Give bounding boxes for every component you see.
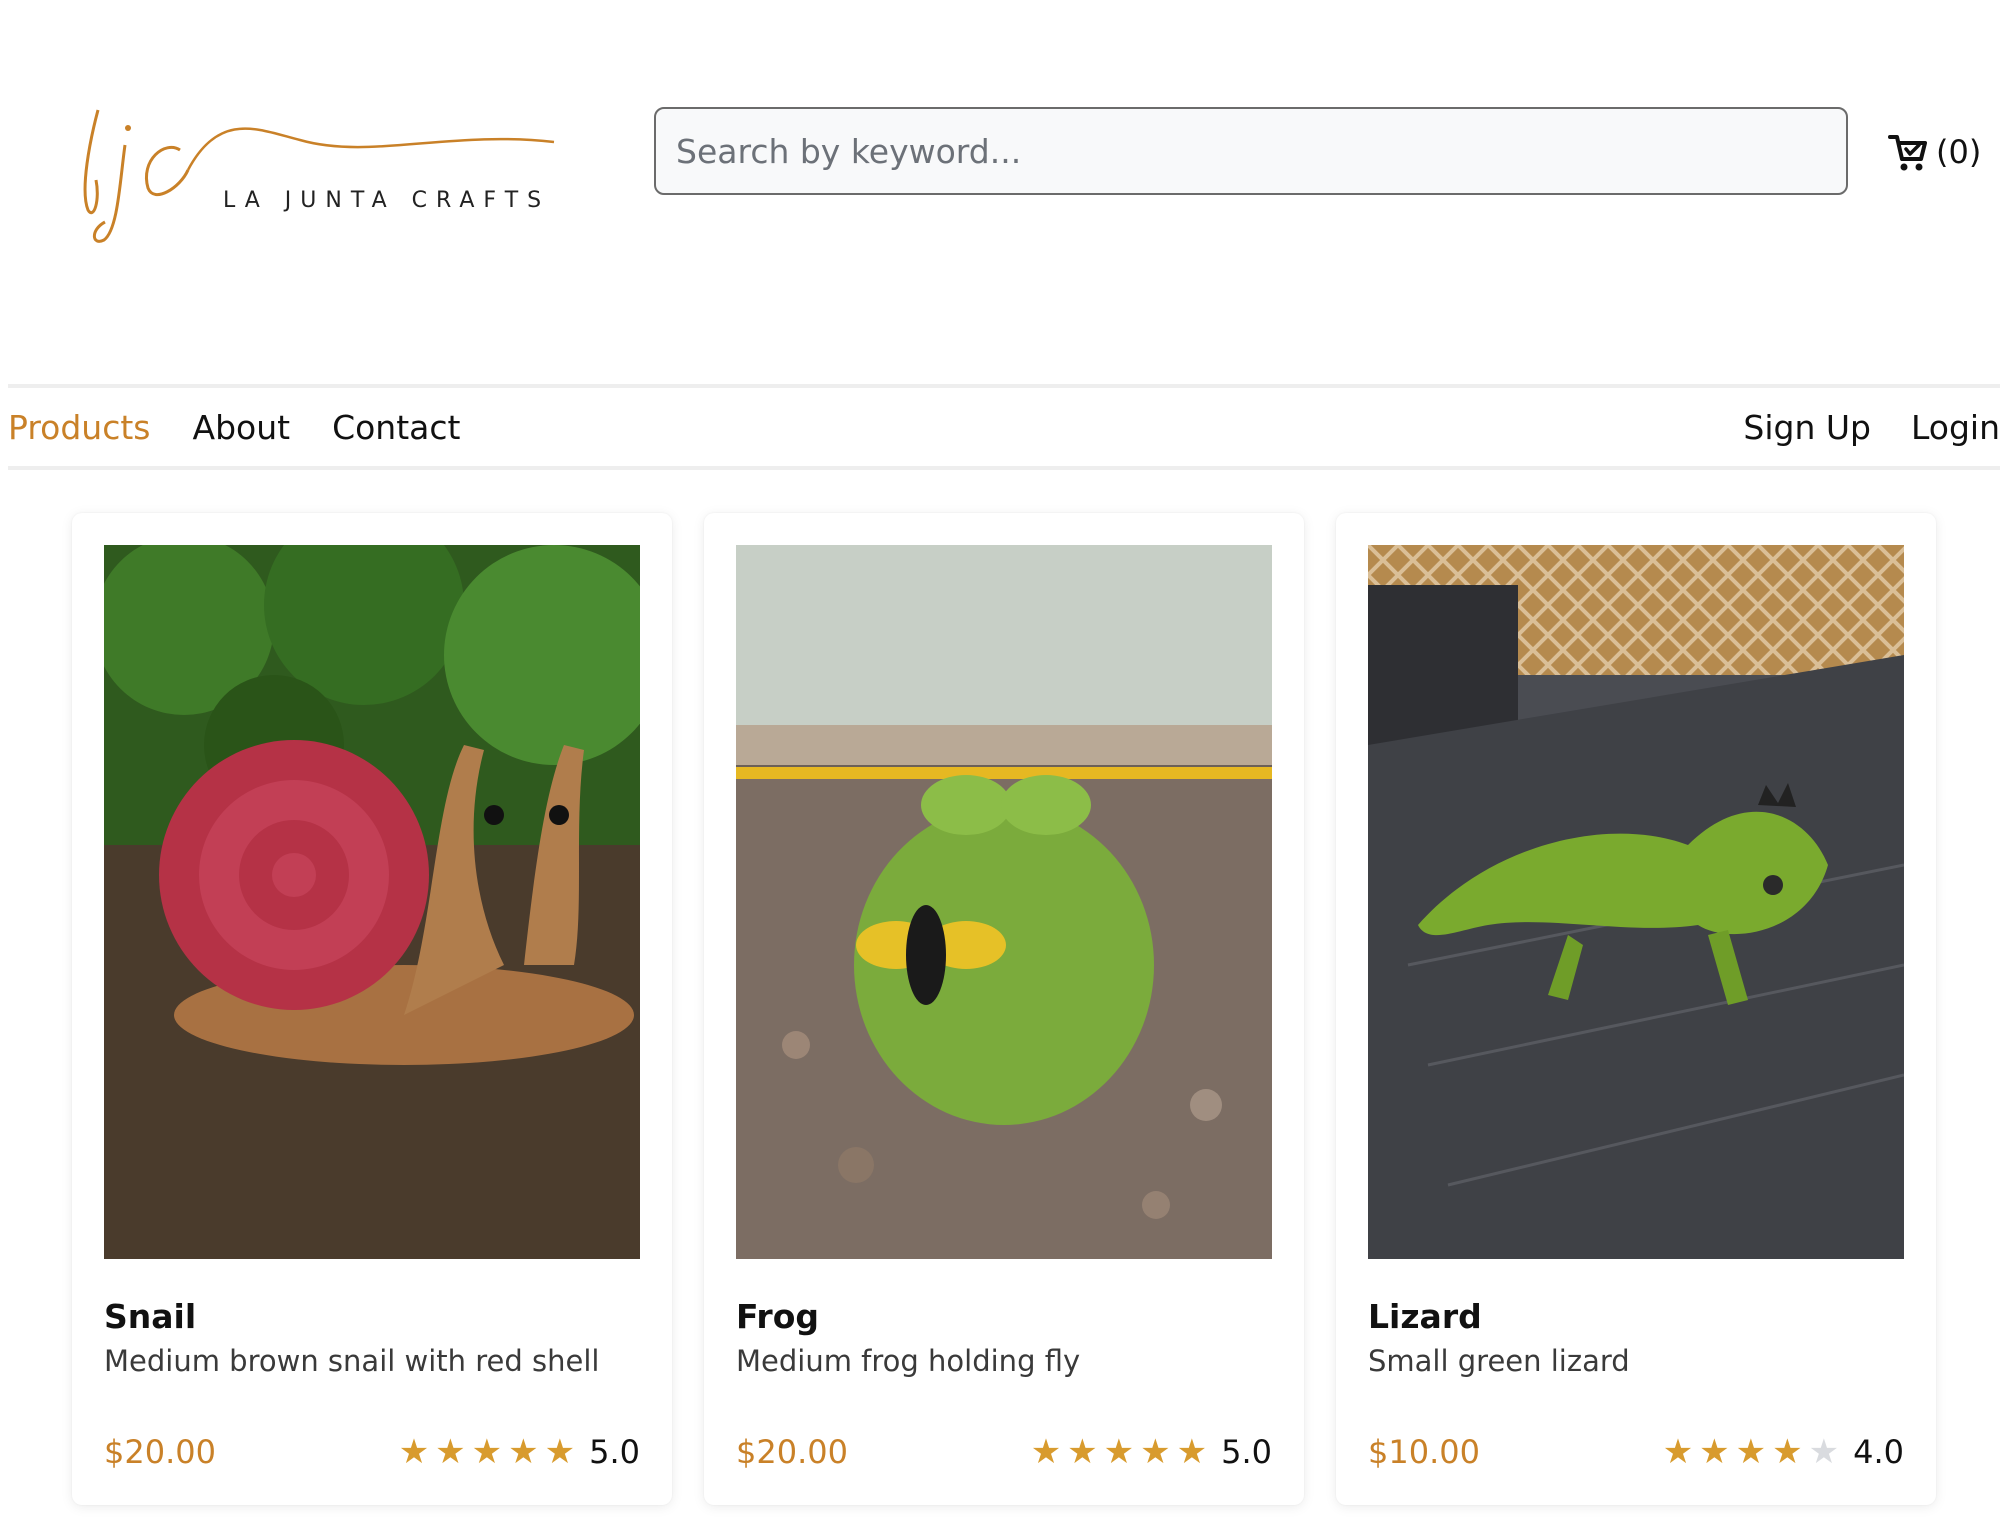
- product-description: Medium brown snail with red shell: [104, 1344, 600, 1378]
- rating-score: 5.0: [589, 1433, 640, 1471]
- product-card-frog[interactable]: Frog Medium frog holding fly $20.00 ★ ★ …: [704, 513, 1304, 1505]
- star-icon: ★: [435, 1432, 466, 1472]
- product-card-lizard[interactable]: Lizard Small green lizard $10.00 ★ ★ ★ ★…: [1336, 513, 1936, 1505]
- product-photo-frog[interactable]: [736, 545, 1272, 1259]
- product-description: Small green lizard: [1368, 1344, 1630, 1378]
- star-icon: ★: [398, 1432, 430, 1472]
- star-icon: ★: [544, 1432, 576, 1472]
- star-icon: ★: [471, 1432, 503, 1472]
- product-footer: $20.00 ★ ★ ★ ★ ★ 5.0: [104, 1433, 640, 1471]
- star-icon: ★: [1140, 1432, 1171, 1472]
- product-photo-snail[interactable]: [104, 545, 640, 1259]
- star-icon: ★: [1030, 1432, 1062, 1472]
- product-card-snail[interactable]: Snail Medium brown snail with red shell …: [72, 513, 672, 1505]
- product-name: Snail: [104, 1297, 197, 1336]
- product-photo-lizard[interactable]: [1368, 545, 1904, 1259]
- rating-score: 5.0: [1221, 1433, 1272, 1471]
- star-icon: ★: [1103, 1432, 1135, 1472]
- product-name: Lizard: [1368, 1297, 1482, 1336]
- product-price: $20.00: [104, 1433, 216, 1471]
- product-rating: ★ ★ ★ ★ ★ 5.0: [399, 1433, 640, 1471]
- product-price: $20.00: [736, 1433, 848, 1471]
- cart-button[interactable]: (0): [1888, 127, 1981, 177]
- nav-link-contact[interactable]: Contact: [332, 408, 460, 447]
- star-icon: ★: [1067, 1432, 1098, 1472]
- product-name: Frog: [736, 1297, 819, 1336]
- product-rating: ★ ★ ★ ★ ★ 5.0: [1031, 1433, 1272, 1471]
- nav-link-sign-up[interactable]: Sign Up: [1743, 408, 1871, 447]
- lizard-photo: [1368, 545, 1904, 1259]
- product-price: $10.00: [1368, 1433, 1480, 1471]
- frog-photo: [736, 545, 1272, 1259]
- star-icon: ★: [508, 1432, 539, 1472]
- star-icon: ★: [1772, 1432, 1803, 1472]
- nav-link-login[interactable]: Login: [1911, 408, 2000, 447]
- search-input[interactable]: [656, 109, 1846, 193]
- cart-count: (0): [1936, 133, 1982, 171]
- star-icon: ★: [1735, 1432, 1767, 1472]
- product-rating: ★ ★ ★ ★ ★ 4.0: [1663, 1433, 1904, 1471]
- nav-link-products[interactable]: Products: [8, 408, 151, 447]
- product-footer: $20.00 ★ ★ ★ ★ ★ 5.0: [736, 1433, 1272, 1471]
- main-nav: Products About Contact Sign Up Login: [8, 384, 2000, 470]
- star-icon: ★: [1699, 1432, 1730, 1472]
- brand-name: LA JUNTA CRAFTS: [223, 188, 551, 213]
- snail-photo: [104, 545, 640, 1259]
- product-description: Medium frog holding fly: [736, 1344, 1081, 1378]
- rating-score: 4.0: [1853, 1433, 1904, 1471]
- logo-monogram-art: [83, 109, 555, 243]
- brand-logo[interactable]: LA JUNTA CRAFTS: [70, 70, 570, 260]
- product-grid: Snail Medium brown snail with red shell …: [72, 513, 1936, 1505]
- shopping-cart-icon: [1888, 135, 1927, 171]
- product-footer: $10.00 ★ ★ ★ ★ ★ 4.0: [1368, 1433, 1904, 1471]
- search-box[interactable]: [654, 107, 1848, 195]
- star-icon: ★: [1176, 1432, 1208, 1472]
- star-empty-icon: ★: [1808, 1432, 1840, 1472]
- star-icon: ★: [1662, 1432, 1694, 1472]
- nav-link-about[interactable]: About: [193, 408, 291, 447]
- nav-primary: Products About Contact: [8, 408, 460, 447]
- nav-account: Sign Up Login: [1743, 408, 2000, 447]
